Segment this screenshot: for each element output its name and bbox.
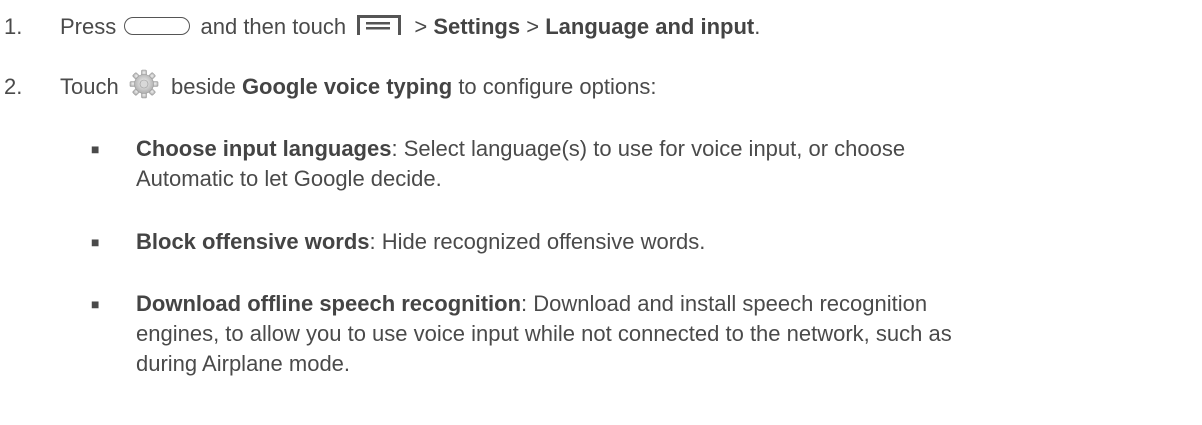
step-number: 1. — [4, 14, 23, 39]
step-text-configure: to configure options: — [458, 74, 657, 99]
bullet-icon: ■ — [91, 234, 100, 250]
gear-icon — [129, 69, 159, 99]
step-text: Press and then touch > Settings > Langua… — [60, 12, 760, 42]
option-description: : Select language(s) to use for voice in… — [391, 136, 906, 161]
separator: > — [526, 14, 540, 39]
option-description-cont: during Airplane mode. — [136, 351, 351, 376]
option-description-cont: Automatic to let Google decide. — [136, 166, 442, 191]
period: . — [754, 14, 761, 39]
step-number: 2. — [4, 74, 23, 99]
option-text: Choose input languages: Select language(… — [136, 134, 1136, 194]
step-text-and-then-touch: and then touch — [200, 14, 347, 39]
bullet-icon: ■ — [91, 141, 100, 157]
settings-label: Settings — [433, 14, 521, 39]
step-text: Touch beside Google voice typing to conf… — [60, 69, 657, 103]
language-and-input-label: Language and input — [545, 14, 755, 39]
option-description-cont: engines, to allow you to use voice input… — [136, 321, 952, 346]
bullet-icon: ■ — [91, 296, 100, 312]
option-text: Block offensive words: Hide recognized o… — [136, 227, 1136, 257]
option-title: Download offline speech recognition — [136, 291, 522, 316]
option-title: Choose input languages — [136, 136, 392, 161]
menu-icon — [356, 14, 402, 36]
step-text-beside: beside — [170, 74, 236, 99]
separator: > — [414, 14, 428, 39]
option-text: Download offline speech recognition: Dow… — [136, 289, 1136, 379]
step-text-press: Press — [60, 14, 117, 39]
option-description: : Download and install speech recognitio… — [521, 291, 928, 316]
google-voice-typing-label: Google voice typing — [241, 74, 453, 99]
option-title: Block offensive words — [136, 229, 370, 254]
step-text-touch: Touch — [60, 74, 119, 99]
home-button-icon — [124, 17, 191, 36]
option-description: : Hide recognized offensive words. — [369, 229, 706, 254]
